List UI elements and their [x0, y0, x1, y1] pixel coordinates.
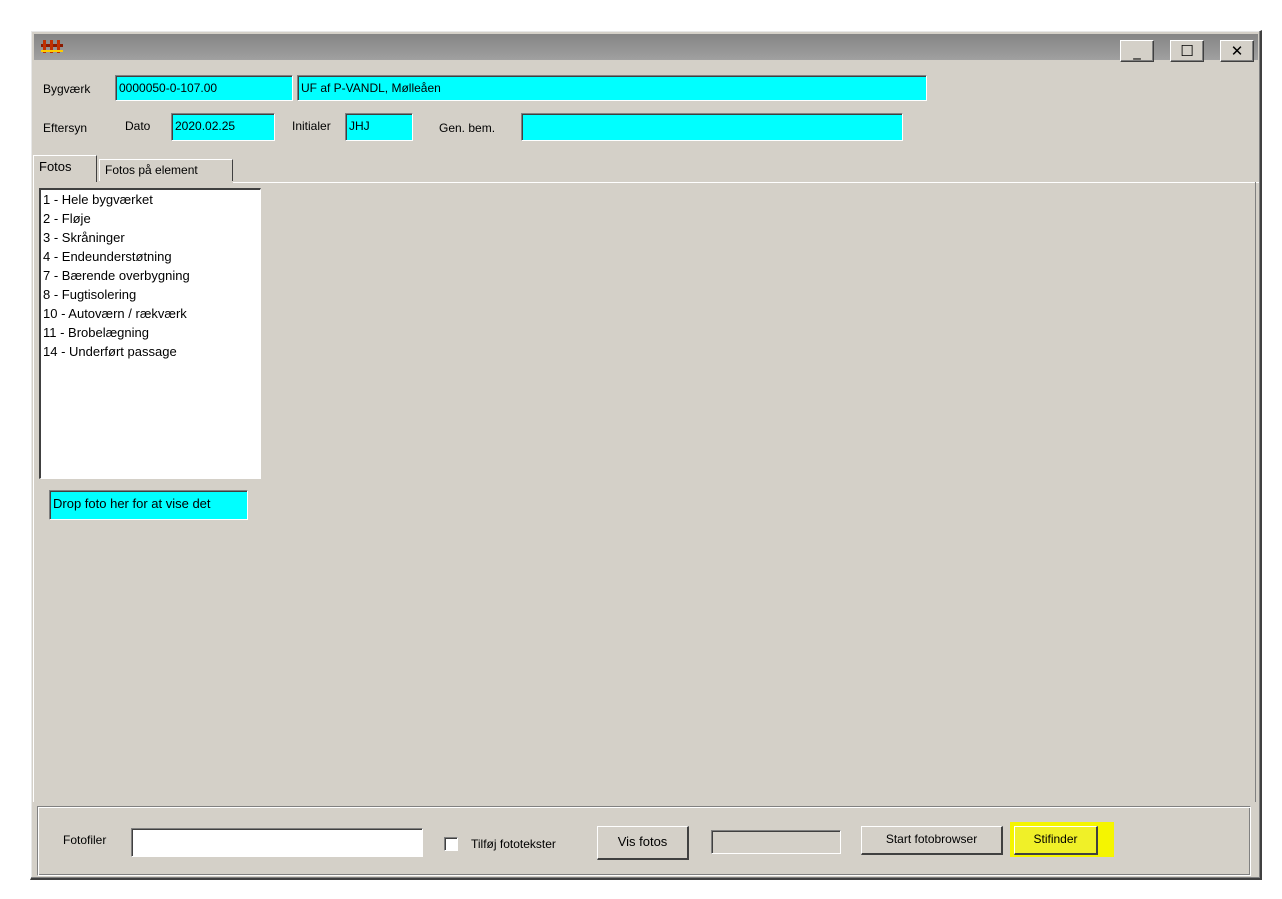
maximize-button[interactable]: ☐: [1170, 40, 1204, 62]
panel-left-edge: [33, 182, 34, 802]
tab-divider: [233, 182, 1259, 183]
minimize-button[interactable]: _: [1120, 40, 1154, 62]
bygvaerk-label: Bygværk: [43, 82, 91, 96]
tilfoej-fototekster-label: Tilføj fototekster: [471, 837, 556, 851]
close-button[interactable]: ✕: [1220, 40, 1254, 62]
bridge-icon: [40, 38, 64, 57]
list-item[interactable]: 10 - Autoværn / rækværk: [43, 305, 258, 324]
tab-fotos[interactable]: Fotos: [33, 155, 97, 182]
stifinder-button[interactable]: Stifinder: [1014, 826, 1098, 855]
fotofiler-input[interactable]: [131, 828, 423, 857]
start-fotobrowser-button[interactable]: Start fotobrowser: [861, 826, 1003, 855]
eftersyn-label: Eftersyn: [43, 121, 88, 135]
progress-bar: [711, 830, 841, 854]
list-item[interactable]: 3 - Skråninger: [43, 229, 258, 248]
bygvaerk-number-field[interactable]: 0000050-0-107.00: [115, 75, 293, 101]
bygvaerk-name-field[interactable]: UF af P-VANDL, Mølleåen: [297, 75, 927, 101]
tab-fotos-paa-element[interactable]: Fotos på element: [99, 159, 233, 181]
list-item[interactable]: 8 - Fugtisolering: [43, 286, 258, 305]
main-window: _ ☐ ✕ Bygværk 0000050-0-107.00 UF af P-V…: [30, 30, 1262, 880]
initialer-label: Initialer: [292, 119, 331, 133]
list-item[interactable]: 14 - Underført passage: [43, 343, 258, 362]
title-bar[interactable]: _ ☐ ✕: [34, 34, 1258, 62]
photo-drop-zone[interactable]: Drop foto her for at vise det: [49, 490, 248, 520]
list-item[interactable]: 4 - Endeunderstøtning: [43, 248, 258, 267]
tilfoej-fototekster-checkbox[interactable]: [444, 837, 458, 851]
panel-right-edge: [1255, 182, 1256, 802]
dato-label: Dato: [125, 119, 151, 133]
list-item[interactable]: 7 - Bærende overbygning: [43, 267, 258, 286]
gen-bem-label: Gen. bem.: [439, 121, 496, 135]
list-item[interactable]: 2 - Fløje: [43, 210, 258, 229]
list-item[interactable]: 11 - Brobelægning: [43, 324, 258, 343]
initialer-field[interactable]: JHJ: [345, 113, 413, 141]
fotofiler-label: Fotofiler: [63, 833, 107, 847]
dato-field[interactable]: 2020.02.25: [171, 113, 275, 141]
element-listbox[interactable]: 1 - Hele bygværket 2 - Fløje 3 - Skrånin…: [39, 188, 261, 479]
list-item[interactable]: 1 - Hele bygværket: [43, 191, 258, 210]
gen-bem-field[interactable]: [521, 113, 903, 141]
vis-fotos-button[interactable]: Vis fotos: [597, 826, 689, 860]
